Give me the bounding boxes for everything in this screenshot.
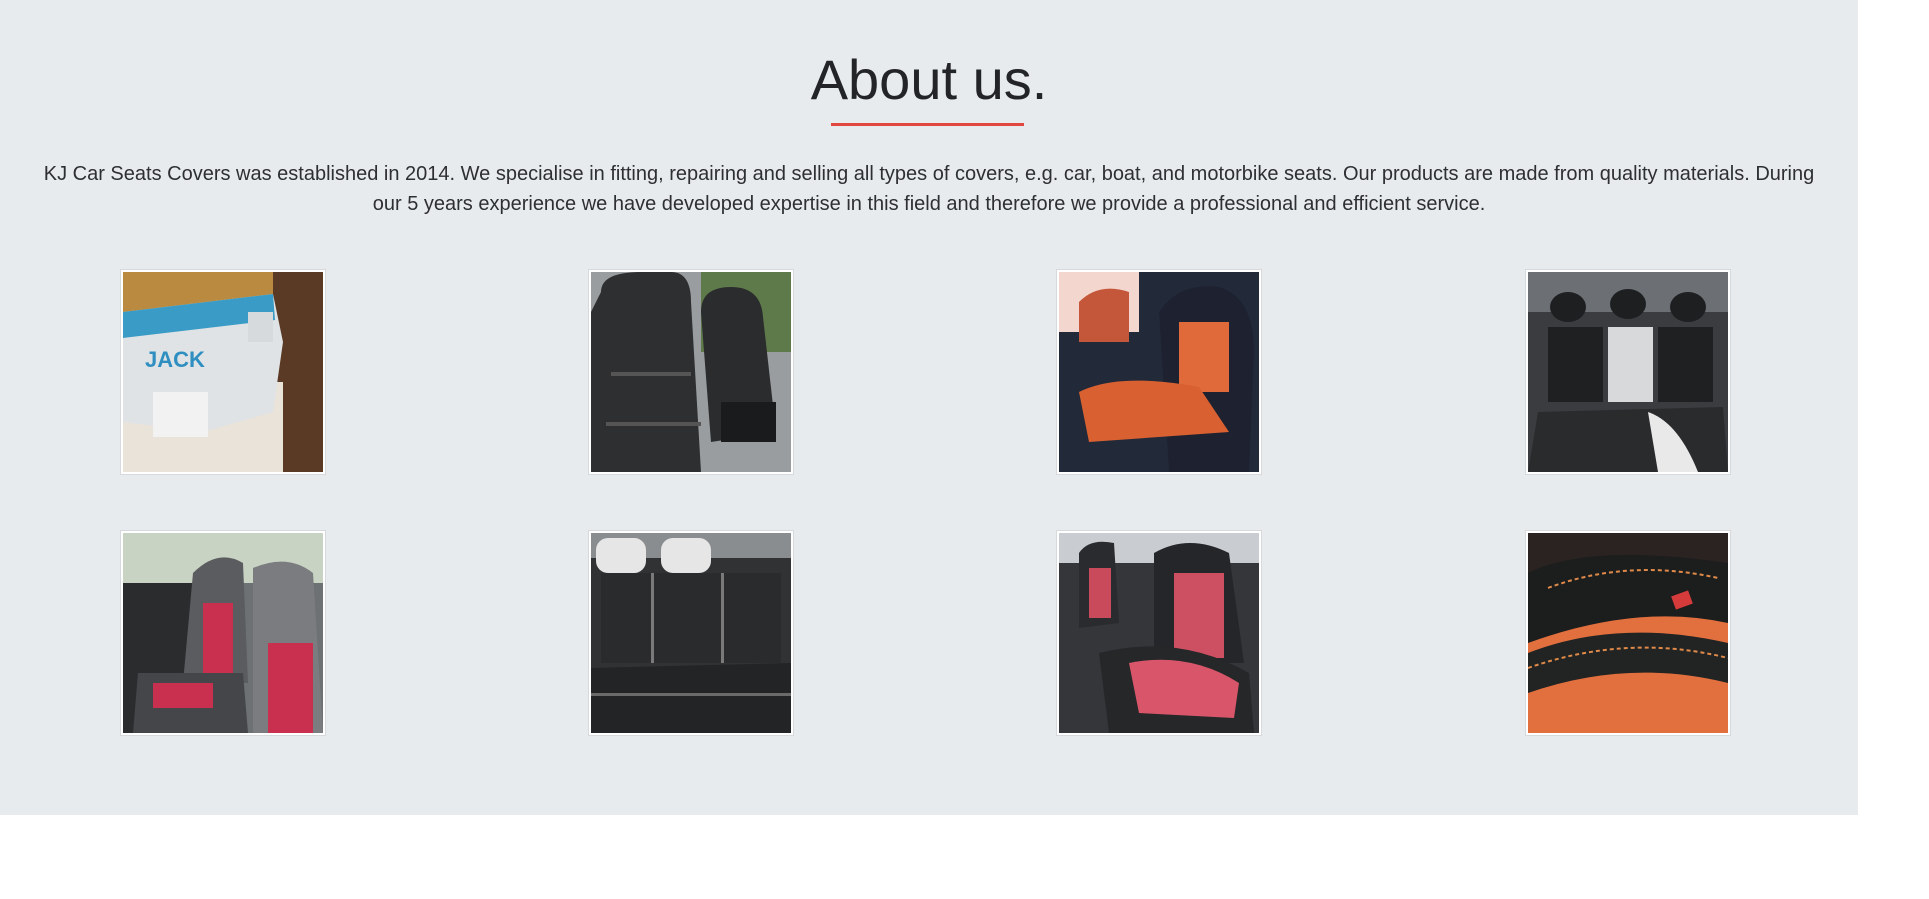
about-description: KJ Car Seats Covers was established in 2… xyxy=(43,163,1815,215)
black-leather-front-seats-photo xyxy=(591,272,791,472)
title-underline xyxy=(831,123,1024,126)
black-white-rear-seats-photo xyxy=(1528,272,1728,472)
black-rear-bench-photo xyxy=(591,533,791,733)
gallery-image-black-rear-bench[interactable] xyxy=(588,530,794,736)
gallery-image-orange-armrest[interactable] xyxy=(1525,530,1731,736)
about-section: About us. KJ Car Seats Covers was establ… xyxy=(0,0,1858,815)
gallery-image-black-white-rear-seats[interactable] xyxy=(1525,269,1731,475)
gallery-image-red-grey-front-seats[interactable] xyxy=(120,530,326,736)
red-grey-front-seats-photo xyxy=(123,533,323,733)
orange-stitched-armrest-photo xyxy=(1528,533,1728,733)
sewing-machine-photo: JACK xyxy=(123,272,323,472)
red-black-front-seat-photo xyxy=(1059,533,1259,733)
gallery-image-sewing-machine[interactable]: JACK xyxy=(120,269,326,475)
gallery-image-black-front-seats[interactable] xyxy=(588,269,794,475)
section-title: About us. xyxy=(810,48,1048,111)
svg-text:JACK: JACK xyxy=(145,347,205,372)
orange-black-front-seat-photo xyxy=(1059,272,1259,472)
gallery-image-orange-front-seat[interactable] xyxy=(1056,269,1262,475)
gallery-image-red-black-front-seat[interactable] xyxy=(1056,530,1262,736)
